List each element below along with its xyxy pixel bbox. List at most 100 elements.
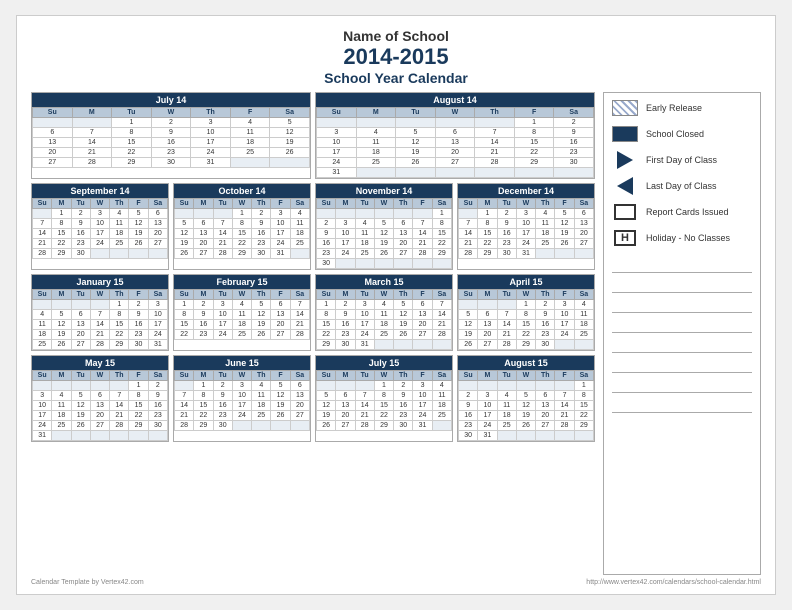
cal-day: 13 [33, 138, 73, 148]
month-cal: February 15SuMTuWThFSa123456789101112131… [173, 274, 311, 351]
cal-day: 13 [148, 219, 167, 229]
subtitle: School Year Calendar [31, 70, 761, 86]
cal-day [336, 259, 355, 269]
cal-day: 11 [33, 320, 52, 330]
month-header: December 14 [458, 184, 594, 198]
cal-row-1: July 14SuMTuWThFSa1234567891011121314151… [31, 92, 595, 179]
cal-day: 26 [175, 249, 194, 259]
cal-day: 25 [290, 239, 309, 249]
day-header: Sa [290, 199, 309, 209]
cal-day: 29 [194, 421, 213, 431]
day-header: Su [33, 371, 52, 381]
cal-day [459, 381, 478, 391]
cal-day: 17 [413, 401, 432, 411]
cal-day: 4 [252, 381, 271, 391]
cal-day: 31 [516, 249, 535, 259]
cal-day: 30 [459, 431, 478, 441]
cal-table: SuMTuWThFSa12345678910111213141516171819… [316, 198, 452, 269]
cal-day: 21 [33, 239, 52, 249]
cal-day: 18 [33, 330, 52, 340]
cal-day: 6 [478, 310, 497, 320]
cal-day [213, 209, 232, 219]
cal-day: 14 [110, 401, 129, 411]
cal-day: 15 [432, 229, 451, 239]
cal-day: 24 [478, 421, 497, 431]
cal-day: 19 [459, 330, 478, 340]
cal-day: 4 [356, 128, 396, 138]
cal-day: 22 [194, 411, 213, 421]
day-header: Su [459, 199, 478, 209]
cal-day: 11 [497, 401, 516, 411]
legend-label: Report Cards Issued [646, 207, 729, 217]
day-header: Sa [432, 371, 451, 381]
cal-day: 22 [175, 330, 194, 340]
day-header: M [194, 290, 213, 300]
cal-day: 9 [148, 391, 167, 401]
cal-day: 28 [432, 330, 451, 340]
cal-day [71, 381, 90, 391]
cal-day: 22 [129, 411, 148, 421]
cal-day: 17 [148, 320, 167, 330]
cal-day: 15 [110, 320, 129, 330]
cal-day: 9 [554, 128, 594, 138]
day-header: Tu [497, 371, 516, 381]
cal-day [374, 340, 393, 350]
day-header: M [478, 371, 497, 381]
cal-day: 20 [536, 411, 555, 421]
cal-day: 8 [175, 310, 194, 320]
cal-day: 28 [90, 340, 109, 350]
cal-table: SuMTuWThFSa12345678910111213141516171819… [316, 289, 452, 350]
cal-day: 9 [336, 310, 355, 320]
cal-day: 25 [497, 421, 516, 431]
cal-day: 25 [33, 340, 52, 350]
cal-day: 23 [536, 330, 555, 340]
header: Name of School 2014-2015 School Year Cal… [31, 28, 761, 86]
cal-day: 28 [175, 421, 194, 431]
cal-day: 30 [336, 340, 355, 350]
cal-day: 15 [194, 401, 213, 411]
cal-day [478, 300, 497, 310]
cal-day: 19 [270, 138, 310, 148]
cal-day [355, 381, 374, 391]
cal-day: 14 [175, 401, 194, 411]
month-header: April 15 [458, 275, 594, 289]
month-header: August 15 [458, 356, 594, 370]
cal-day: 9 [497, 219, 516, 229]
cal-day: 30 [71, 249, 90, 259]
day-header: Th [252, 371, 271, 381]
cal-day: 30 [554, 158, 594, 168]
day-header: F [129, 199, 148, 209]
cal-day: 2 [148, 381, 167, 391]
cal-day [516, 381, 535, 391]
month-cal: June 15SuMTuWThFSa1234567891011121314151… [173, 355, 311, 442]
day-header: F [230, 108, 270, 118]
cal-day: 15 [232, 229, 251, 239]
legend-line [612, 359, 752, 373]
day-header: M [478, 199, 497, 209]
cal-table: SuMTuWThFSa12345678910111213141516171819… [174, 370, 310, 431]
legend-icon-wrap [612, 99, 638, 117]
cal-day: 29 [129, 421, 148, 431]
day-header: Th [110, 290, 129, 300]
cal-day: 15 [516, 320, 535, 330]
cal-day: 3 [33, 391, 52, 401]
cal-day: 26 [374, 249, 393, 259]
cal-day: 14 [497, 320, 516, 330]
cal-table: SuMTuWThFSa12345678910111213141516171819… [458, 370, 594, 441]
cal-day [555, 249, 574, 259]
cal-table: SuMTuWThFSa12345678910111213141516171819… [32, 198, 168, 259]
day-header: Sa [148, 199, 167, 209]
cal-day: 27 [536, 421, 555, 431]
day-header: Sa [148, 371, 167, 381]
cal-day: 24 [271, 239, 290, 249]
day-header: W [374, 371, 393, 381]
cal-day: 28 [33, 249, 52, 259]
legend-line [612, 379, 752, 393]
cal-day: 3 [90, 209, 109, 219]
cal-day [497, 300, 516, 310]
cal-day: 25 [230, 148, 270, 158]
cal-day: 1 [232, 209, 251, 219]
cal-day: 3 [317, 128, 357, 138]
cal-day: 12 [270, 128, 310, 138]
cal-day: 27 [148, 239, 167, 249]
